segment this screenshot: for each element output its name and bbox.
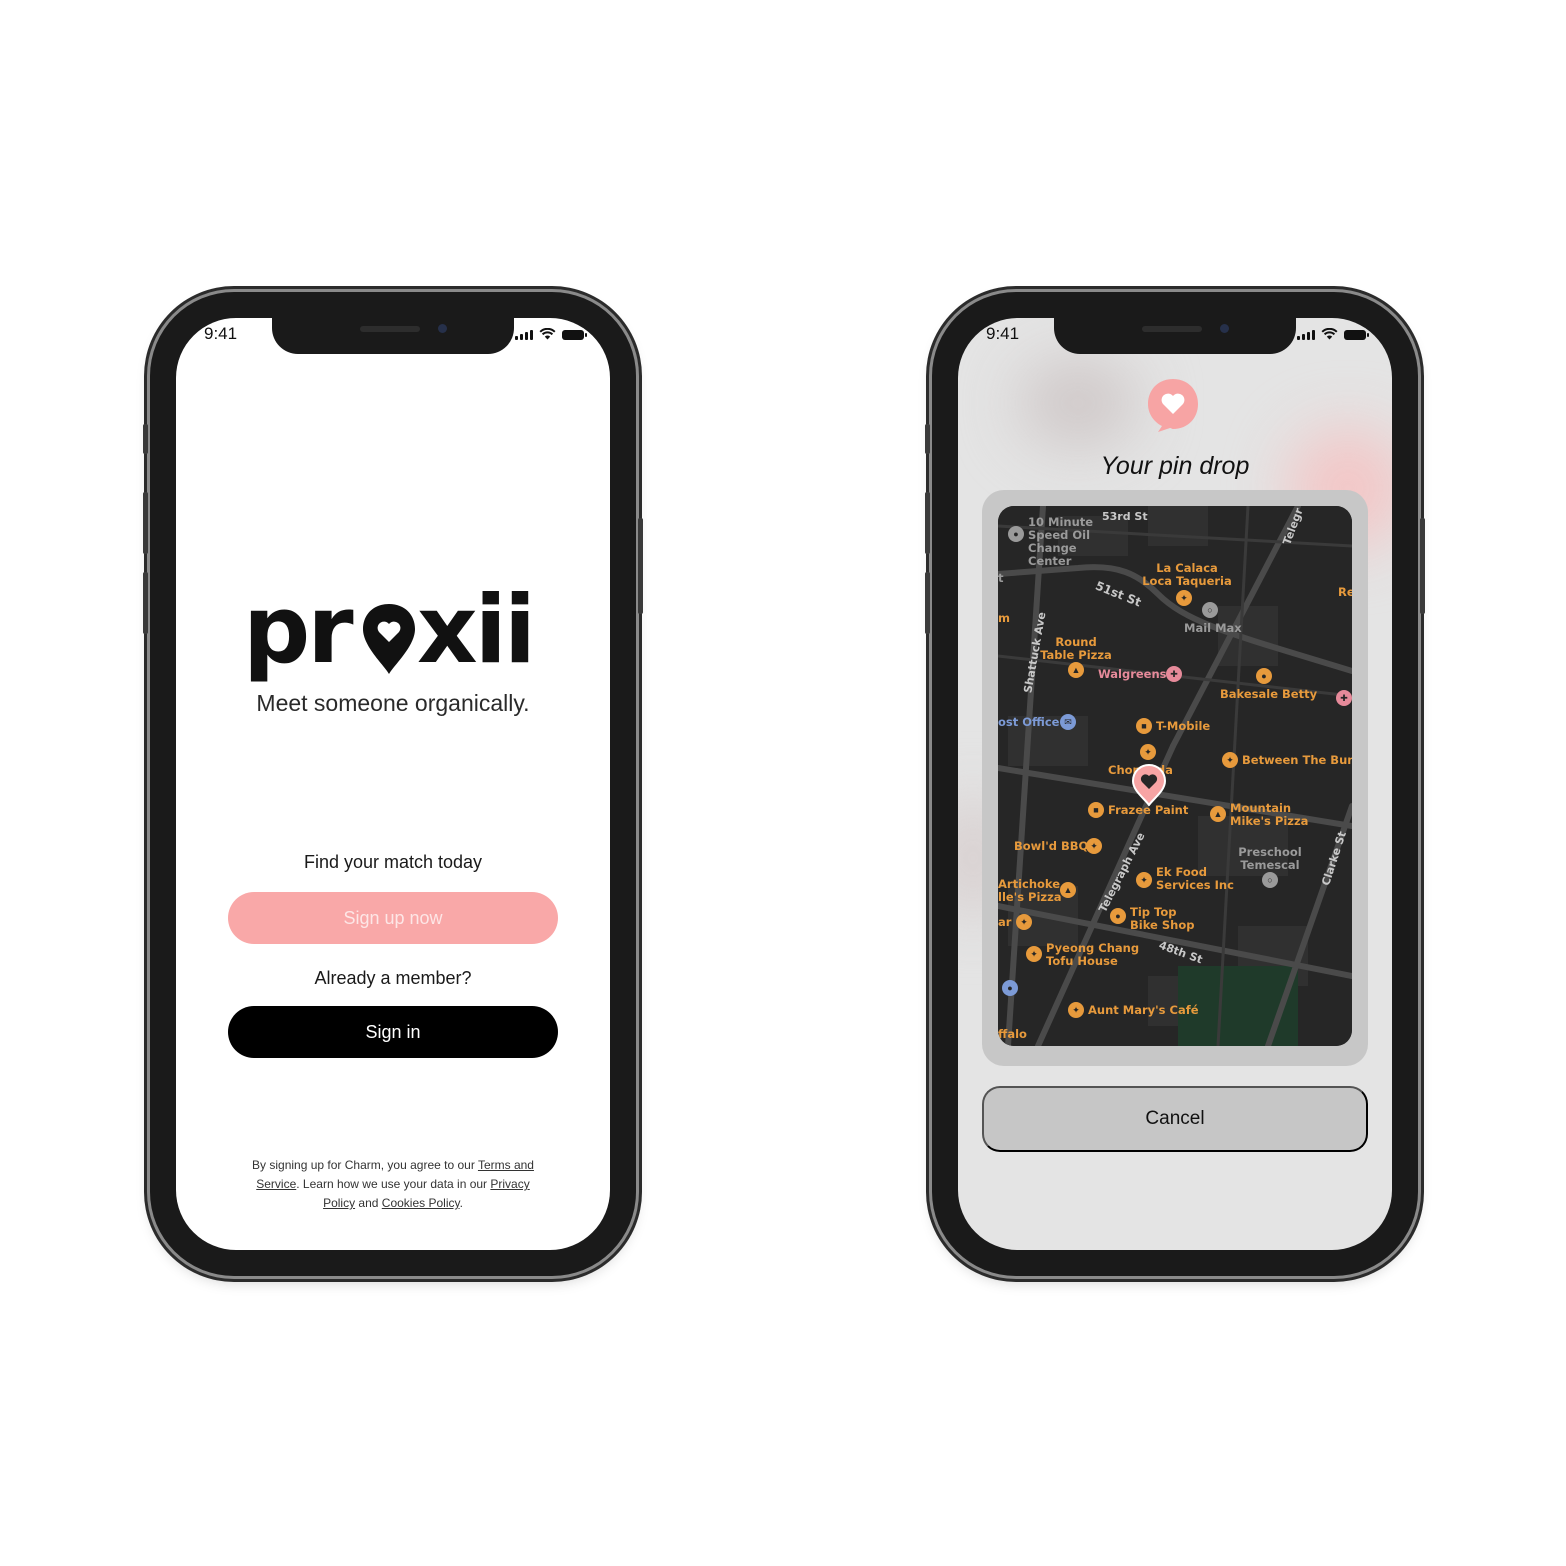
place-m: m xyxy=(998,611,1010,625)
status-icons xyxy=(515,328,587,340)
tagline: Meet someone organically. xyxy=(256,690,530,716)
sign-up-button[interactable]: Sign up now xyxy=(228,892,558,944)
proxii-logo-icon: pr xii xyxy=(243,576,536,685)
pink-heart-pin-icon xyxy=(1148,379,1198,432)
place-ffalo: ffalo xyxy=(998,1027,1027,1041)
place-speed-oil: 10 Minute Speed Oil Change Center xyxy=(1028,515,1094,568)
legal-end: . xyxy=(459,1196,463,1210)
already-member-label: Already a member? xyxy=(314,968,472,988)
place-preschool: Preschool Temescal xyxy=(1238,845,1302,872)
status-icons xyxy=(1297,328,1369,340)
place-t-mobile: T-Mobile xyxy=(1156,719,1211,733)
background-blur xyxy=(1018,358,1138,448)
wifi-icon xyxy=(539,328,556,340)
legal-and: and xyxy=(355,1196,382,1210)
restaurant-icon: ✦ xyxy=(1026,946,1042,962)
place-aunt-marys: Aunt Mary's Café xyxy=(1088,1003,1199,1017)
cellular-signal-icon xyxy=(1297,330,1315,340)
notch xyxy=(1054,318,1296,354)
restaurant-icon: ✦ xyxy=(1136,872,1152,888)
legal-text: By signing up for Charm, you agree to ou… xyxy=(246,1156,540,1213)
restaurant-icon: ✦ xyxy=(1086,838,1102,854)
cookies-policy-link[interactable]: Cookies Policy xyxy=(382,1196,460,1210)
location-pin-icon[interactable] xyxy=(1132,764,1166,806)
legal-part1: By signing up for Charm, you agree to ou… xyxy=(252,1158,478,1172)
pin-drop-title: Your pin drop xyxy=(1100,452,1250,480)
pizza-icon: ▲ xyxy=(1068,662,1084,678)
pharmacy-icon: ✚ xyxy=(1336,690,1352,706)
svg-text:pr: pr xyxy=(243,578,354,685)
sign-in-button[interactable]: Sign in xyxy=(228,1006,558,1058)
map-view[interactable]: 53rd St 51st St Shattuck Ave Telegraph A… xyxy=(998,506,1352,1046)
place-ek-food: Ek Food Services Inc xyxy=(1156,865,1234,892)
pharmacy-icon: ✚ xyxy=(1166,666,1182,682)
phone-pin-drop: 9:41 Your pin drop 53rd St 51st St Shatt… xyxy=(925,292,1425,1276)
silent-switch xyxy=(143,424,148,454)
volume-up-button xyxy=(143,492,148,554)
bakery-icon: ● xyxy=(1256,668,1272,684)
power-button xyxy=(1420,518,1425,614)
pizza-icon: ▲ xyxy=(1210,806,1226,822)
pin-icon: ○ xyxy=(1202,602,1218,618)
wifi-icon xyxy=(1321,328,1338,340)
place-pyeong-chang: Pyeong Chang Tofu House xyxy=(1046,941,1140,968)
place-artichoke: Artichoke lle's Pizza xyxy=(998,877,1062,904)
place-bowld-bbq: Bowl'd BBQ xyxy=(1014,839,1089,853)
phone-signup: 9:41 pr xii Meet someone organically. Fi… xyxy=(143,292,643,1276)
notch xyxy=(272,318,514,354)
place-t: t xyxy=(998,571,1004,585)
map-card: 53rd St 51st St Shattuck Ave Telegraph A… xyxy=(982,490,1368,1066)
place-between-the-bun: Between The Bun xyxy=(1242,753,1352,767)
logo: pr xii xyxy=(176,576,610,699)
pin-drop-screen: 9:41 Your pin drop 53rd St 51st St Shatt… xyxy=(958,318,1392,1250)
place-la-calaca: La Calaca Loca Taqueria xyxy=(1142,561,1232,588)
cancel-button[interactable]: Cancel xyxy=(982,1086,1368,1152)
find-match-label: Find your match today xyxy=(303,852,483,872)
battery-icon xyxy=(562,330,587,340)
cellular-signal-icon xyxy=(515,330,533,340)
place-round-table: Round Table Pizza xyxy=(1040,635,1112,662)
shop-icon: ■ xyxy=(1136,718,1152,734)
restaurant-icon: ✦ xyxy=(1140,744,1156,760)
place-walgreens: Walgreens xyxy=(1098,667,1167,681)
silent-switch xyxy=(925,424,930,454)
battery-icon xyxy=(1344,330,1369,340)
power-button xyxy=(638,518,643,614)
place-mountain-mikes: Mountain Mike's Pizza xyxy=(1230,801,1309,828)
volume-down-button xyxy=(925,572,930,634)
svg-text:xii: xii xyxy=(417,578,533,685)
status-time: 9:41 xyxy=(986,324,1020,343)
status-time: 9:41 xyxy=(204,324,238,343)
restaurant-icon: ✦ xyxy=(1222,752,1238,768)
volume-down-button xyxy=(143,572,148,634)
legal-part2: . Learn how we use your data in our xyxy=(296,1177,491,1191)
street-53rd: 53rd St xyxy=(1102,510,1148,523)
place-ar: ar xyxy=(998,915,1012,929)
bike-icon: ● xyxy=(1110,908,1126,924)
place-mail-max: Mail Max xyxy=(1184,621,1242,635)
place-tip-top: Tip Top Bike Shop xyxy=(1130,905,1195,932)
mail-icon: ✉ xyxy=(1060,714,1076,730)
restaurant-icon: ✦ xyxy=(1016,914,1032,930)
restaurant-icon: ✦ xyxy=(1176,590,1192,606)
restaurant-icon: ✦ xyxy=(1068,1002,1084,1018)
pin-icon: ○ xyxy=(1262,872,1278,888)
place-bakesale-betty: Bakesale Betty xyxy=(1220,687,1318,701)
place-post-office: ost Office xyxy=(998,715,1060,729)
shop-icon: ■ xyxy=(1088,802,1104,818)
volume-up-button xyxy=(925,492,930,554)
place-re: Re xyxy=(1338,585,1352,599)
pizza-icon: ▲ xyxy=(1060,882,1076,898)
people-icon: ● xyxy=(1002,980,1018,996)
car-service-icon: ● xyxy=(1008,526,1024,542)
signup-screen: 9:41 pr xii Meet someone organically. Fi… xyxy=(176,318,610,1250)
